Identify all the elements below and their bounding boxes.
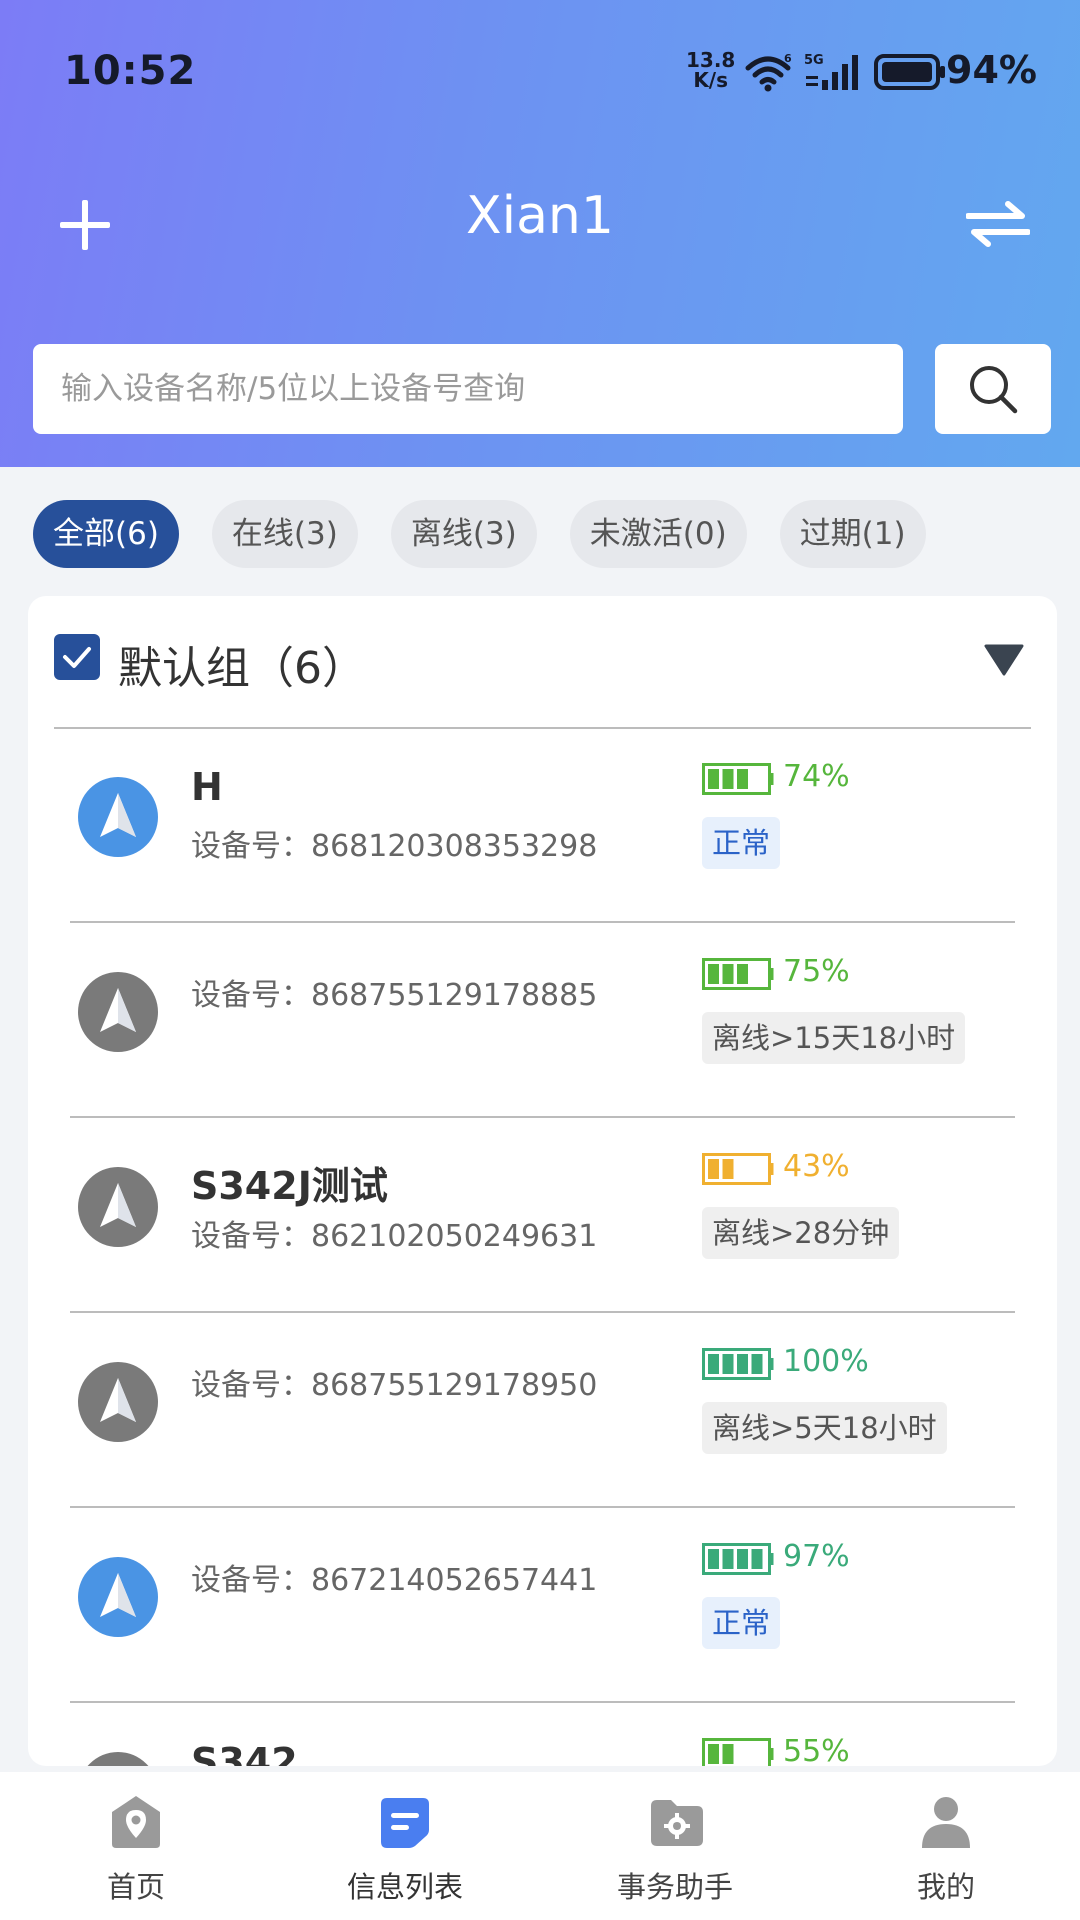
bottom-tab-bar: 首页 信息列表 事务助手 我的: [0, 1772, 1080, 1920]
device-status-badge: 离线>28分钟: [702, 1207, 900, 1259]
row-divider: [70, 1701, 1015, 1703]
device-id-value: 868120308353298: [311, 829, 598, 864]
device-battery-icon: [702, 1543, 774, 1575]
device-row[interactable]: S342J测试 设备号：862102050249631 43% 离线>28分钟: [28, 1119, 1057, 1313]
device-id-line: 设备号：867214052657441: [191, 1555, 597, 1599]
header-background: 10:52 13.8 K/s 6 5G 94% Xian1 输入设备名称/5位以…: [0, 0, 1080, 467]
device-row[interactable]: S342 55%: [28, 1704, 1057, 1766]
tab-info-list-label: 信息列表: [346, 1870, 463, 1904]
device-id-prefix: 设备号：: [191, 978, 311, 1013]
device-status-badge: 正常: [702, 1597, 781, 1649]
wifi-label: 6: [784, 52, 792, 65]
filter-offline[interactable]: 离线(3): [390, 500, 537, 568]
device-row[interactable]: H 设备号：868120308353298 74% 正常: [28, 729, 1057, 923]
status-filter-bar: 全部(6) 在线(3) 离线(3) 未激活(0) 过期(1): [33, 500, 959, 568]
network-speed-value: 13.8: [686, 48, 736, 72]
device-id-prefix: 设备号：: [191, 1368, 311, 1403]
device-id-prefix: 设备号：: [191, 1563, 311, 1598]
tab-task-assistant-label: 事务助手: [616, 1870, 733, 1904]
device-name: H: [191, 765, 223, 809]
person-icon: [922, 1797, 970, 1848]
check-icon: [63, 647, 91, 668]
device-battery-percent: 75%: [783, 954, 850, 989]
row-divider: [70, 1116, 1015, 1118]
row-divider: [70, 1311, 1015, 1313]
device-battery-percent: 43%: [783, 1149, 850, 1184]
search-icon: [970, 366, 1018, 414]
device-id-value: 867214052657441: [311, 1563, 598, 1598]
filter-online[interactable]: 在线(3): [211, 500, 358, 568]
device-id-value: 868755129178885: [311, 978, 598, 1013]
device-group-card: 默认组（6） H 设备号：868120308353298 74% 正常 设备号：8687…: [28, 596, 1057, 1766]
device-id-line: 设备号：868755129178885: [191, 970, 597, 1014]
navigation-arrow-icon: [87, 1752, 149, 1766]
device-id-prefix: 设备号：: [191, 829, 311, 864]
device-name: S342J测试: [191, 1164, 388, 1208]
device-battery-percent: 100%: [783, 1344, 869, 1379]
device-battery-icon: [702, 1153, 774, 1185]
filter-expired[interactable]: 过期(1): [779, 500, 926, 568]
page-title: Xian1: [466, 186, 614, 246]
device-name: S342: [191, 1740, 298, 1766]
device-id-value: 862102050249631: [311, 1219, 598, 1254]
filter-all[interactable]: 全部(6): [33, 500, 179, 568]
device-row[interactable]: 设备号：867214052657441 97% 正常: [28, 1509, 1057, 1703]
list-doc-icon: [381, 1798, 429, 1848]
device-battery-percent: 55%: [783, 1734, 850, 1766]
group-title: 默认组（6）: [118, 643, 366, 694]
network-speed-unit: K/s: [693, 68, 729, 92]
folder-gear-icon: [651, 1800, 703, 1846]
group-header[interactable]: 默认组（6）: [28, 596, 1057, 728]
navigation-arrow-icon: [78, 972, 158, 1052]
network-speed: 13.8 K/s: [686, 50, 735, 90]
device-status-badge: 离线>5天18小时: [702, 1402, 947, 1454]
tab-mine[interactable]: 我的: [846, 1772, 1046, 1920]
device-row[interactable]: 设备号：868755129178885 75% 离线>15天18小时: [28, 924, 1057, 1118]
device-battery-percent: 97%: [783, 1539, 850, 1574]
device-battery-percent: 74%: [783, 759, 850, 794]
tab-mine-label: 我的: [916, 1870, 975, 1904]
navigation-arrow-icon: [78, 777, 158, 857]
navigation-arrow-icon: [78, 1167, 158, 1247]
device-id-prefix: 设备号：: [191, 1219, 311, 1254]
device-row[interactable]: 设备号：868755129178950 100% 离线>5天18小时: [28, 1314, 1057, 1508]
group-checkbox[interactable]: [54, 634, 100, 680]
tab-home[interactable]: 首页: [36, 1772, 236, 1920]
device-battery-icon: [702, 1348, 774, 1380]
search-button[interactable]: [935, 344, 1051, 434]
tab-home-label: 首页: [106, 1870, 165, 1904]
device-status-badge: 正常: [702, 817, 781, 869]
device-id-line: 设备号：868120308353298: [191, 821, 597, 865]
tab-info-list[interactable]: 信息列表: [305, 1772, 505, 1920]
status-battery-percent: 94%: [946, 48, 1037, 92]
network-type-label: 5G: [804, 53, 824, 68]
navigation-arrow-icon: [78, 1362, 158, 1442]
filter-inactive[interactable]: 未激活(0): [569, 500, 747, 568]
signal-icon: 5G: [804, 53, 858, 90]
collapse-triangle-icon[interactable]: [984, 644, 1024, 676]
status-battery-icon: [874, 54, 945, 90]
tab-task-assistant[interactable]: 事务助手: [575, 1772, 775, 1920]
device-battery-icon: [702, 958, 774, 990]
device-id-line: 设备号：868755129178950: [191, 1360, 597, 1404]
device-status-badge: 离线>15天18小时: [702, 1012, 966, 1064]
map-pin-house-icon: [112, 1796, 160, 1848]
status-time: 10:52: [64, 48, 197, 94]
row-divider: [70, 921, 1015, 923]
navigation-arrow-icon: [78, 1557, 158, 1637]
row-divider: [70, 1506, 1015, 1508]
device-battery-icon: [702, 1738, 774, 1766]
switch-icon[interactable]: [966, 198, 1030, 250]
device-id-value: 868755129178950: [311, 1368, 598, 1403]
device-battery-icon: [702, 763, 774, 795]
search-input[interactable]: [33, 344, 903, 434]
device-id-line: 设备号：862102050249631: [191, 1211, 597, 1255]
status-bar: 10:52 13.8 K/s 6 5G 94%: [0, 0, 1080, 150]
wifi-icon: 6: [745, 52, 792, 92]
